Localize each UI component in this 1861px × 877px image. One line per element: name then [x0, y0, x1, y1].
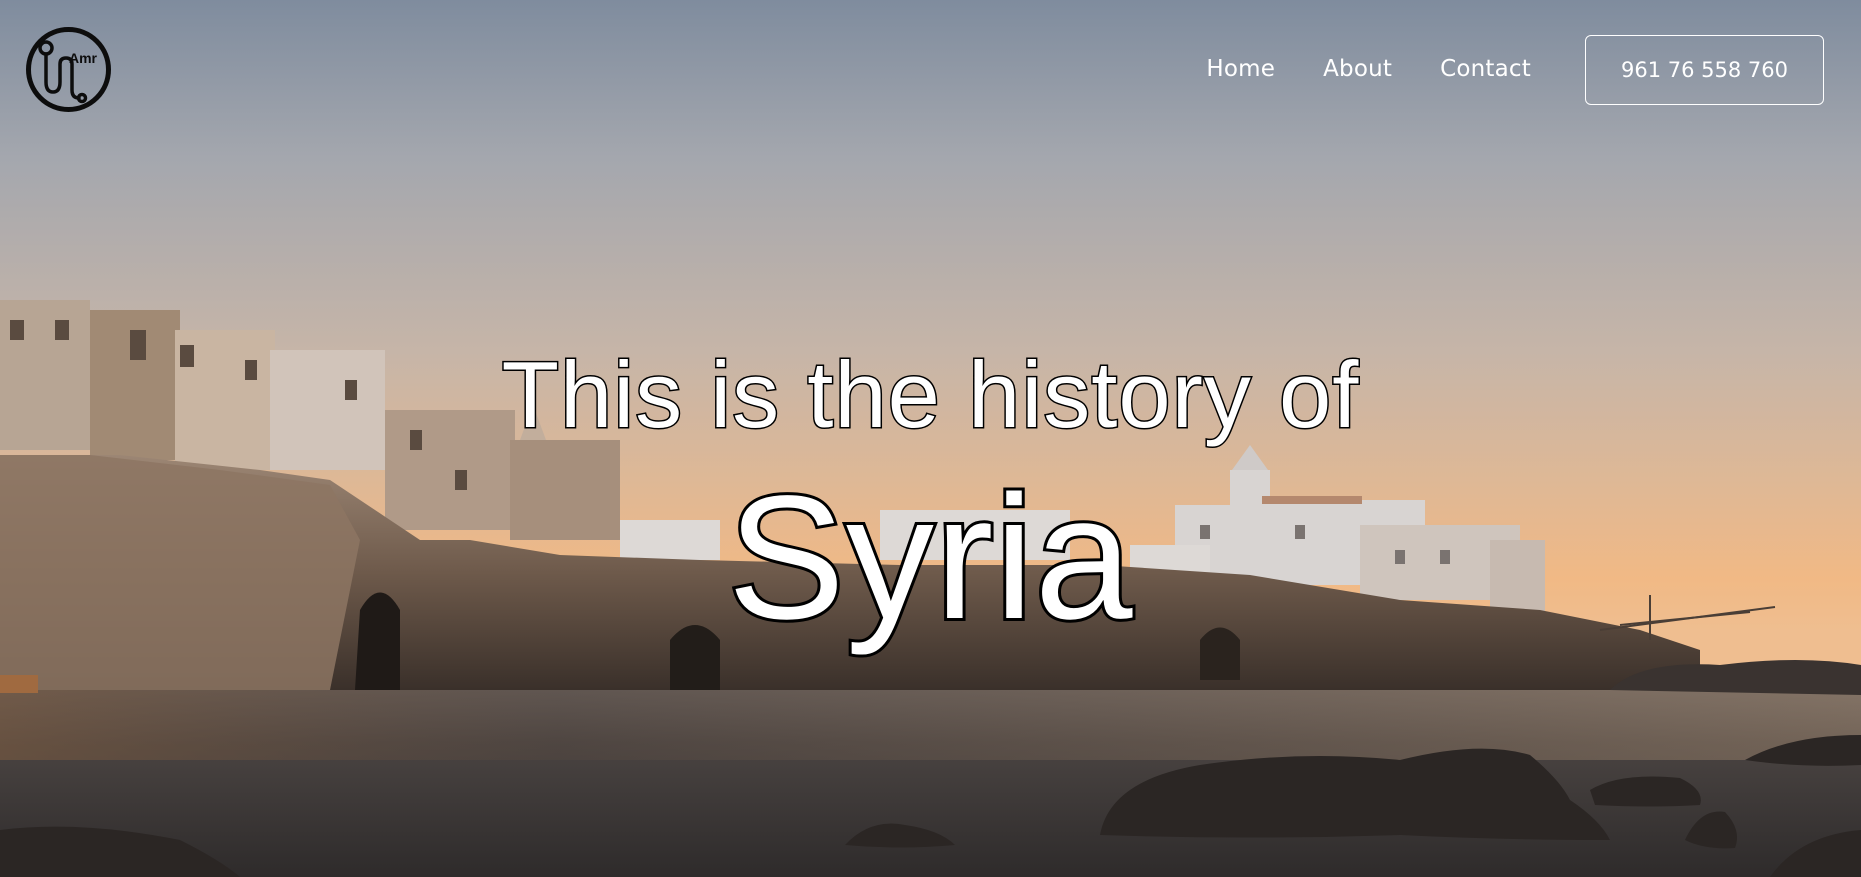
nav-home-link[interactable]: Home — [1206, 56, 1275, 82]
logo[interactable]: Amr — [26, 27, 111, 112]
logo-text: Amr — [69, 50, 98, 66]
main-nav: Home About Contact — [1206, 56, 1531, 82]
hero-section: Amr Home About Contact 961 76 558 760 Th… — [0, 0, 1861, 877]
hero-title: Syria — [725, 460, 1136, 656]
nav-about-link[interactable]: About — [1323, 56, 1392, 82]
nav-contact-link[interactable]: Contact — [1440, 56, 1531, 82]
phone-button[interactable]: 961 76 558 760 — [1585, 35, 1824, 105]
stethoscope-icon — [38, 40, 88, 104]
hero-subtitle: This is the history of — [500, 342, 1360, 447]
